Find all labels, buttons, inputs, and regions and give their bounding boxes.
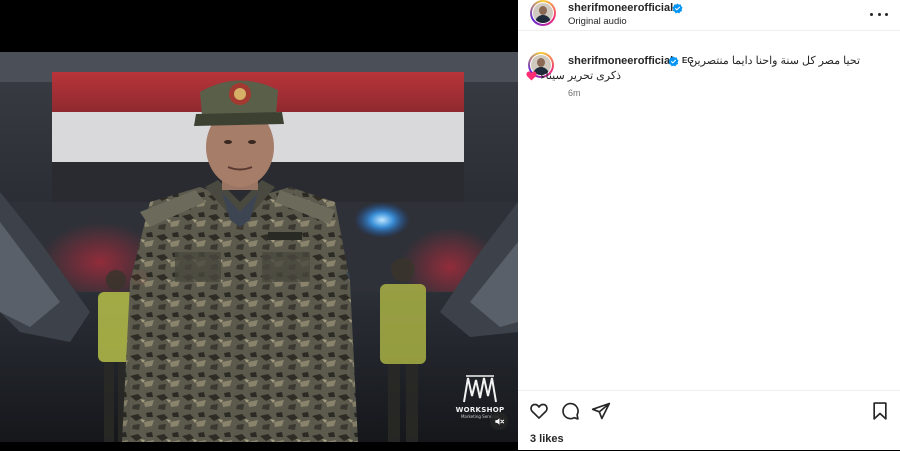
- likes-count[interactable]: 3 likes: [530, 433, 564, 445]
- post-sidebar: sherifmoneerofficial Original audio sher…: [518, 0, 900, 450]
- video-frame[interactable]: WORKSHOP Marketing Services: [0, 52, 518, 442]
- video-still: [0, 52, 518, 442]
- speaker-muted-icon: [494, 417, 504, 425]
- caption-username[interactable]: sherifmoneerofficial: [568, 55, 673, 67]
- caption-text-line2-wrap: ذكرى تحرير سيناء: [524, 69, 621, 82]
- header-username[interactable]: sherifmoneerofficial: [568, 2, 673, 14]
- caption-text-line2: ذكرى تحرير سيناء: [540, 70, 621, 82]
- verified-badge-icon: [672, 3, 683, 14]
- post-header: sherifmoneerofficial Original audio: [518, 0, 900, 31]
- verified-badge-icon: [668, 56, 679, 67]
- action-bar: 3 likes: [518, 390, 900, 451]
- workshop-logo-icon: [463, 375, 497, 403]
- avatar[interactable]: [530, 0, 556, 26]
- pink-heart-emoji-icon: [526, 71, 537, 81]
- bookmark-icon[interactable]: [870, 401, 890, 421]
- paper-plane-icon[interactable]: [591, 401, 611, 421]
- post-timestamp[interactable]: 6m: [568, 88, 581, 98]
- post-media[interactable]: WORKSHOP Marketing Services: [0, 0, 518, 450]
- heart-outline-icon[interactable]: [529, 401, 549, 421]
- more-horizontal-icon: [870, 12, 873, 16]
- more-options-button[interactable]: [870, 8, 888, 20]
- mute-toggle-button[interactable]: [490, 412, 508, 430]
- caption-text-line1: تحيا مصر كل سنة واحنا دايما منتصرين: [689, 55, 860, 67]
- comment-bubble-icon[interactable]: [560, 401, 580, 421]
- avatar-photo: [533, 3, 553, 23]
- audio-label[interactable]: Original audio: [568, 16, 627, 27]
